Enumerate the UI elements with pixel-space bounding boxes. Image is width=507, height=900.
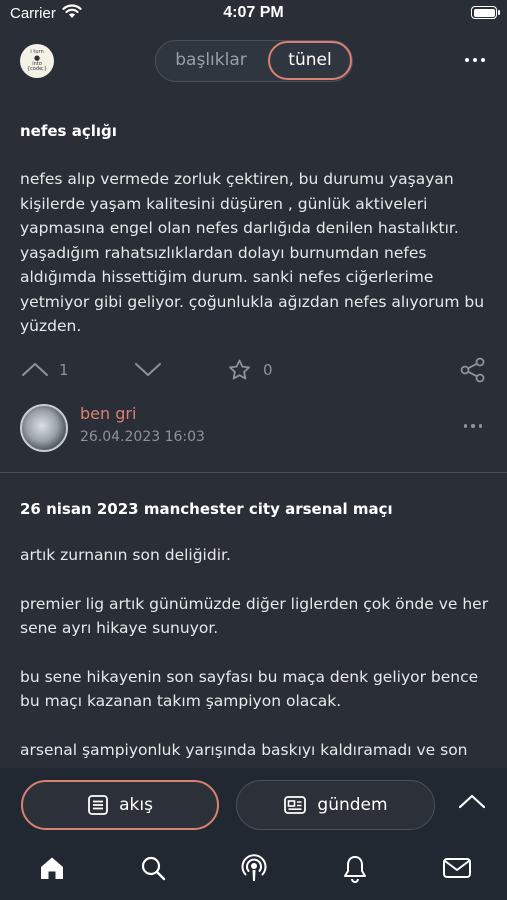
top-bar: i turn ● into {code;} başlıklar tünel (0, 28, 507, 96)
feed-label: akış (119, 795, 153, 815)
entry-body: nefes alıp vermede zorluk çektiren, bu d… (20, 167, 490, 363)
entry-body: artık zurnanın son deliğidir. premier li… (20, 543, 490, 786)
author-name[interactable]: ben gri (80, 404, 136, 423)
tab-bar (0, 848, 507, 900)
agenda-button[interactable]: gündem (236, 780, 435, 830)
mail-icon[interactable] (442, 854, 472, 882)
entry-title[interactable]: nefes açlığı (20, 122, 117, 140)
entry-paragraph: artık zurnanın son deliğidir. (20, 546, 231, 564)
search-icon[interactable] (139, 854, 167, 882)
entry-title[interactable]: 26 nisan 2023 manchester city arsenal ma… (20, 500, 393, 518)
chevron-up-icon[interactable] (458, 793, 486, 809)
agenda-label: gündem (317, 795, 388, 815)
downvote-icon[interactable] (134, 361, 162, 377)
clock: 4:07 PM (223, 4, 284, 21)
segment-basliklar[interactable]: başlıklar (156, 41, 266, 80)
newspaper-icon (284, 796, 307, 814)
segment-tunel[interactable]: tünel (268, 41, 352, 80)
share-icon[interactable] (460, 357, 486, 383)
bell-icon[interactable] (341, 854, 369, 884)
feed-segmented-control: başlıklar tünel (155, 40, 353, 82)
status-bar: Carrier 4:07 PM (0, 0, 507, 28)
favorite-star-icon[interactable] (227, 358, 252, 382)
entry-paragraph: bu sene hikayenin son sayfası bu maça de… (20, 667, 479, 711)
entry-actions: 1 0 (0, 357, 507, 388)
list-icon (88, 795, 108, 815)
logo-text: {code;} (26, 66, 48, 72)
feed-button[interactable]: akış (21, 780, 219, 830)
battery-icon (471, 6, 500, 19)
upvote-count: 1 (59, 361, 69, 379)
entry-paragraph: premier lig artık günümüzde diğer ligler… (20, 594, 489, 638)
favorite-count: 0 (263, 361, 273, 379)
podcast-icon[interactable] (240, 854, 268, 884)
avatar[interactable] (20, 404, 68, 452)
more-options-icon[interactable] (465, 58, 485, 62)
app-logo[interactable]: i turn ● into {code;} (20, 44, 54, 78)
entry-paragraph: nefes alıp vermede zorluk çektiren, bu d… (20, 170, 485, 335)
entry-date[interactable]: 26.04.2023 16:03 (80, 429, 205, 445)
entry-divider (0, 472, 507, 473)
upvote-icon[interactable] (21, 361, 49, 377)
home-icon[interactable] (38, 854, 66, 882)
entry-author: ben gri 26.04.2023 16:03 (20, 404, 490, 456)
bottom-bar: akış gündem (0, 768, 507, 900)
entry-paragraph: arsenal şampiyonluk yarışında baskıyı ka… (20, 740, 468, 759)
entry-more-icon[interactable] (463, 424, 482, 428)
